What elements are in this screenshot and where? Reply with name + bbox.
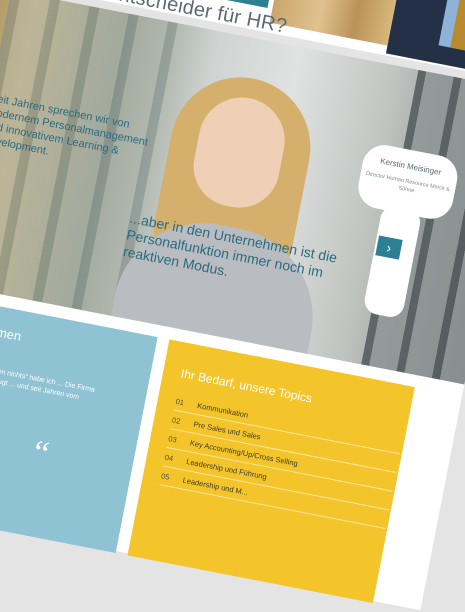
topics-panel: Ihr Bedarf, unsere Topics 01 Kommunikati…	[127, 339, 415, 604]
topics-list: 01 Kommunikation 02 Pre Sales und Sales …	[159, 391, 404, 530]
next-button[interactable]: ›	[375, 235, 403, 260]
page-canvas: Sie sind Entscheider für HR? Seit Jahren…	[0, 0, 465, 611]
topic-number: 05	[160, 470, 171, 482]
testimonials-text: Aussage „Trainings bringen nichts“ habe …	[0, 353, 96, 402]
topic-number: 04	[164, 452, 175, 463]
topic-number: 01	[174, 396, 185, 407]
topic-number: 03	[167, 433, 178, 445]
quote-mark-icon: “	[29, 433, 52, 474]
testimonials-title: Kundenstimmen	[0, 311, 23, 344]
topic-number: 02	[171, 414, 182, 426]
chevron-right-icon: ›	[385, 239, 393, 256]
